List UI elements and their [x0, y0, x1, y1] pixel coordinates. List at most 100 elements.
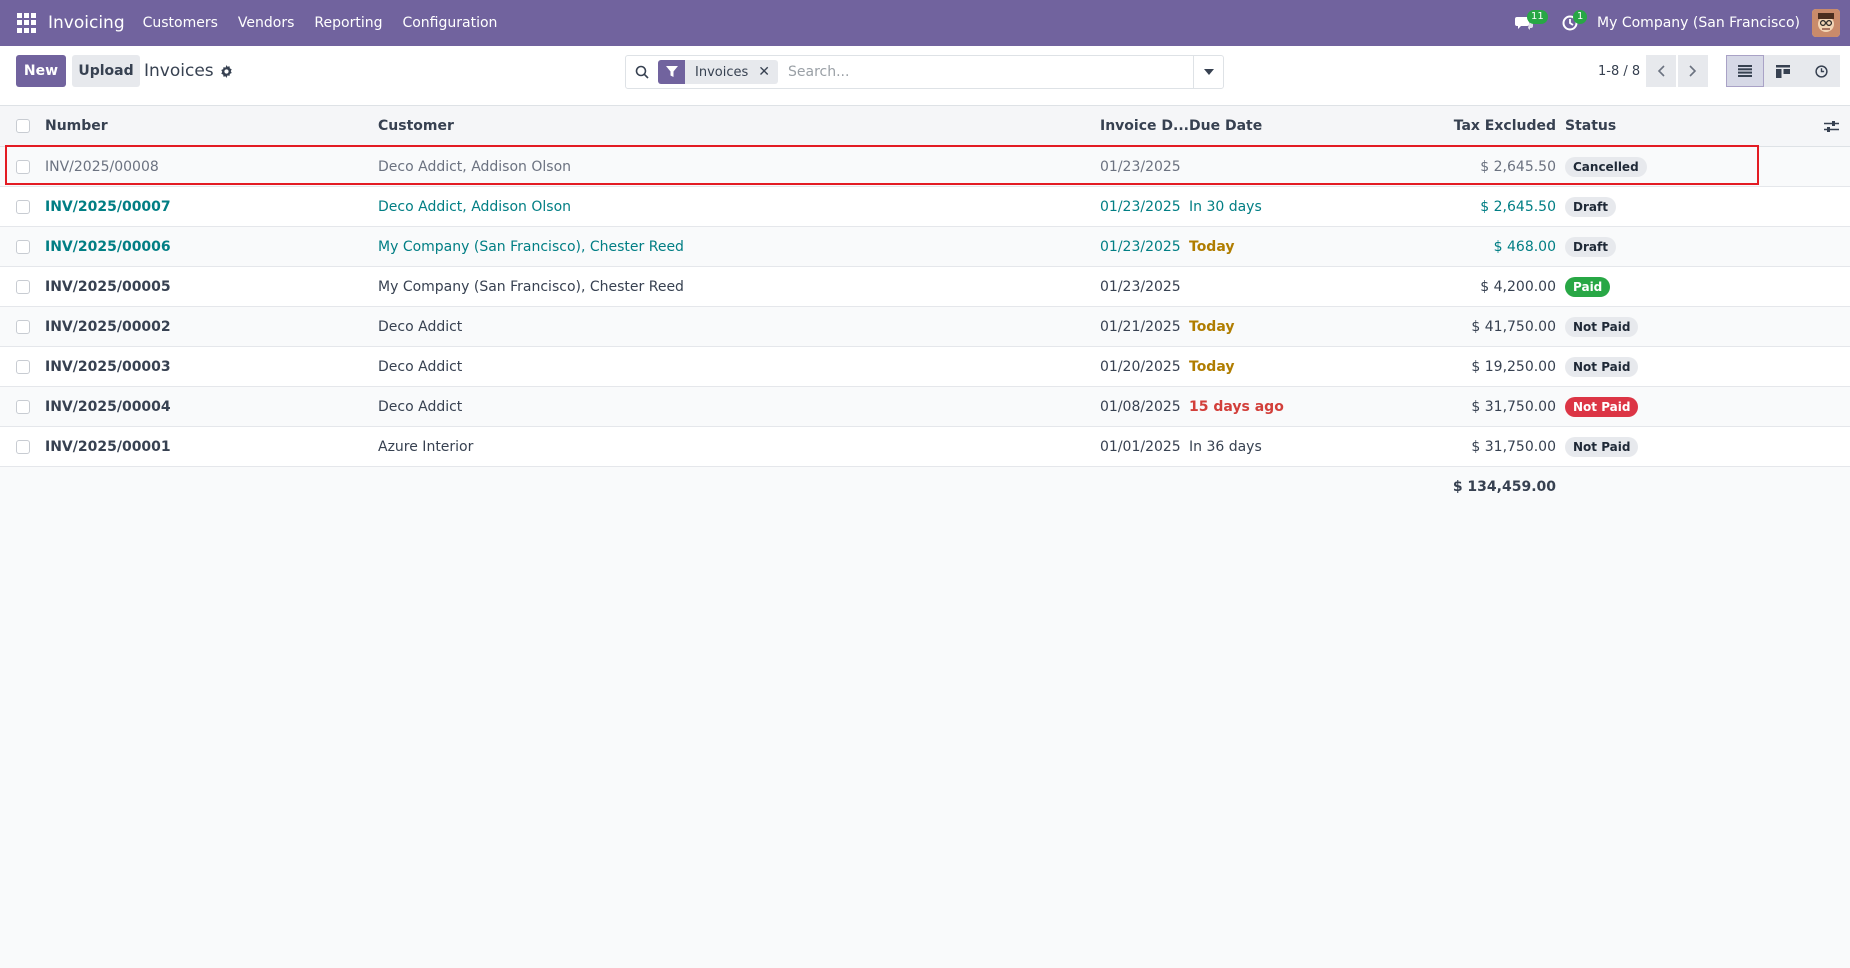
customer-name: Azure Interior [378, 438, 474, 455]
status-cell: Not Paid [1565, 387, 1639, 426]
row-checkbox[interactable] [16, 400, 30, 414]
status-cell: Cancelled [1565, 147, 1647, 186]
chevron-right-icon [1689, 65, 1697, 77]
invoice-date: 01/23/2025 [1100, 238, 1181, 255]
status-badge: Paid [1565, 276, 1611, 297]
invoice-number: INV/2025/00006 [45, 238, 171, 255]
list-icon [1738, 65, 1752, 77]
kanban-icon [1776, 64, 1790, 78]
upload-button[interactable]: Upload [72, 55, 140, 87]
tax-excluded: $ 4,200.00 [1480, 278, 1556, 295]
header-invoice-date[interactable]: Invoice D... [1100, 106, 1189, 146]
invoice-number: INV/2025/00001 [45, 438, 171, 455]
list-view-button[interactable] [1726, 55, 1764, 87]
row-checkbox[interactable] [16, 320, 30, 334]
row-checkbox[interactable] [16, 240, 30, 254]
pager-previous-button[interactable] [1646, 55, 1676, 87]
new-button[interactable]: New [16, 55, 66, 87]
filter-facet: Invoices ✕ [658, 60, 778, 84]
systray: 11 1 My Company (San Francisco) [1501, 0, 1850, 46]
user-avatar[interactable] [1812, 9, 1840, 37]
activities-button[interactable]: 1 [1547, 0, 1593, 46]
tax-excluded: $ 31,750.00 [1471, 398, 1556, 415]
status-badge: Draft [1565, 236, 1616, 257]
table-row[interactable]: INV/2025/00003 Deco Addict 01/20/2025 To… [0, 347, 1850, 387]
page-title: Invoices [144, 61, 214, 81]
customer-name: Deco Addict [378, 318, 463, 335]
table-row[interactable]: INV/2025/00005 My Company (San Francisco… [0, 267, 1850, 307]
gear-icon[interactable] [220, 64, 233, 78]
breadcrumb: Invoices [144, 61, 233, 81]
table-header: Number Customer Invoice D... Due Date Ta… [0, 106, 1850, 147]
pager-value[interactable]: 1-8 / 8 [1598, 64, 1640, 79]
header-status[interactable]: Status [1565, 106, 1616, 146]
status-badge: Cancelled [1565, 156, 1647, 177]
tax-excluded-total: $ 134,459.00 [1452, 479, 1556, 495]
row-checkbox[interactable] [16, 440, 30, 454]
header-number[interactable]: Number [45, 106, 108, 146]
control-panel: New Upload Invoices Invoices ✕ 1-8 / 8 [0, 46, 1850, 106]
activities-count-badge: 1 [1573, 10, 1588, 24]
app-menu-grid-icon[interactable] [17, 13, 37, 33]
facet-label: Invoices [695, 64, 749, 80]
top-navbar: Invoicing Customers Vendors Reporting Co… [0, 0, 1850, 46]
due-date: Today [1189, 358, 1235, 375]
totals-row: $ 134,459.00 [0, 467, 1850, 507]
invoice-number: INV/2025/00008 [45, 158, 159, 175]
row-checkbox[interactable] [16, 200, 30, 214]
search-input[interactable] [778, 64, 1193, 80]
menu-customers[interactable]: Customers [133, 15, 228, 31]
header-customer[interactable]: Customer [378, 106, 454, 146]
status-cell: Draft [1565, 227, 1616, 266]
tax-excluded: $ 468.00 [1493, 238, 1556, 255]
table-row[interactable]: INV/2025/00007 Deco Addict, Addison Olso… [0, 187, 1850, 227]
chevron-left-icon [1657, 65, 1665, 77]
table-row[interactable]: INV/2025/00008 Deco Addict, Addison Olso… [0, 147, 1850, 187]
select-all-checkbox[interactable] [16, 119, 30, 133]
pager-next-button[interactable] [1678, 55, 1708, 87]
menu-reporting[interactable]: Reporting [304, 15, 392, 31]
search-bar: Invoices ✕ [625, 55, 1224, 89]
customer-name: Deco Addict, Addison Olson [378, 158, 572, 175]
tax-excluded: $ 2,645.50 [1480, 198, 1556, 215]
optional-columns-toggle[interactable] [1824, 106, 1839, 146]
messages-button[interactable]: 11 [1501, 0, 1548, 46]
status-badge: Not Paid [1565, 396, 1639, 417]
table-row[interactable]: INV/2025/00006 My Company (San Francisco… [0, 227, 1850, 267]
table-row[interactable]: INV/2025/00002 Deco Addict 01/21/2025 To… [0, 307, 1850, 347]
invoice-number: INV/2025/00005 [45, 278, 171, 295]
due-date: Today [1189, 318, 1235, 335]
activity-view-button[interactable] [1802, 55, 1840, 87]
clock-icon [1814, 64, 1828, 78]
invoice-number: INV/2025/00007 [45, 198, 171, 215]
search-options-dropdown[interactable] [1193, 56, 1223, 88]
app-brand[interactable]: Invoicing [48, 13, 125, 33]
row-checkbox[interactable] [16, 360, 30, 374]
main-menu: Customers Vendors Reporting Configuratio… [133, 15, 508, 31]
tax-excluded: $ 2,645.50 [1480, 158, 1556, 175]
header-tax-excluded[interactable]: Tax Excluded [1380, 106, 1556, 146]
status-cell: Not Paid [1565, 427, 1639, 466]
kanban-view-button[interactable] [1764, 55, 1802, 87]
menu-vendors[interactable]: Vendors [228, 15, 304, 31]
customer-name: Deco Addict [378, 358, 463, 375]
status-badge: Not Paid [1565, 436, 1639, 457]
menu-configuration[interactable]: Configuration [392, 15, 507, 31]
row-checkbox[interactable] [16, 160, 30, 174]
status-cell: Not Paid [1565, 307, 1639, 346]
company-switcher[interactable]: My Company (San Francisco) [1597, 15, 1800, 31]
remove-facet-close-icon[interactable]: ✕ [756, 64, 778, 80]
invoice-date: 01/08/2025 [1100, 398, 1181, 415]
status-cell: Paid [1565, 267, 1611, 306]
search-icon [626, 65, 658, 79]
due-date: 15 days ago [1189, 398, 1284, 415]
due-date: In 30 days [1189, 198, 1262, 215]
table-row[interactable]: INV/2025/00001 Azure Interior 01/01/2025… [0, 427, 1850, 467]
table-row[interactable]: INV/2025/00004 Deco Addict 01/08/2025 15… [0, 387, 1850, 427]
messages-count-badge: 11 [1527, 10, 1548, 24]
invoice-date: 01/23/2025 [1100, 198, 1181, 215]
sliders-icon [1824, 120, 1839, 132]
filter-icon [658, 60, 685, 84]
header-due-date[interactable]: Due Date [1189, 106, 1262, 146]
row-checkbox[interactable] [16, 280, 30, 294]
